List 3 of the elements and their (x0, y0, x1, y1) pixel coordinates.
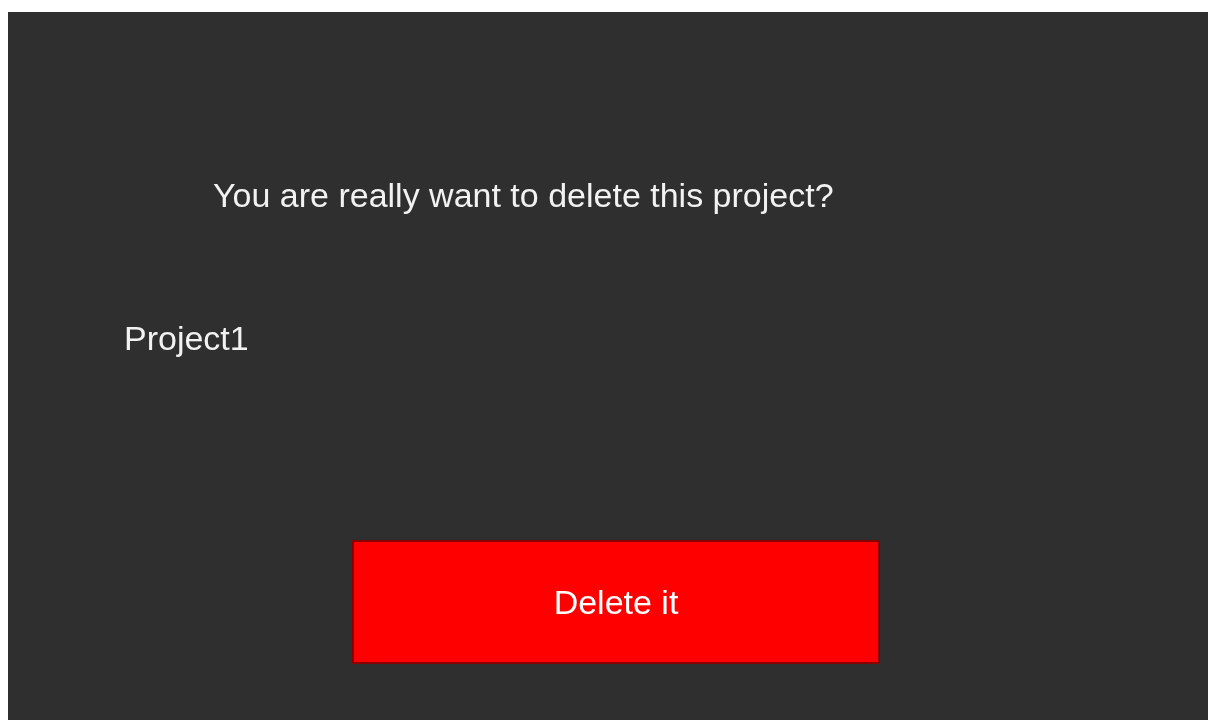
confirmation-question: You are really want to delete this project? (213, 175, 834, 215)
project-name: Project1 (124, 318, 249, 358)
delete-button[interactable]: Delete it (352, 540, 880, 664)
